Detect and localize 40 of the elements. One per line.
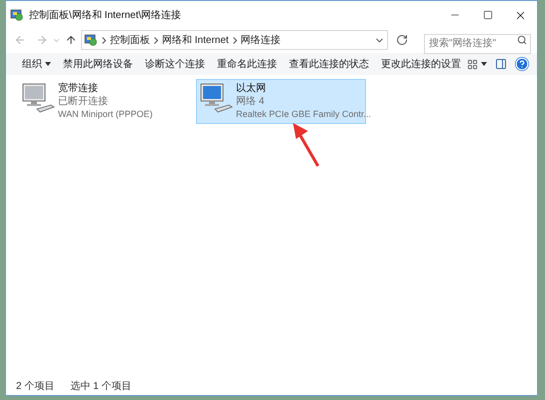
window-title: 控制面板\网络和 Internet\网络连接 bbox=[29, 8, 182, 22]
connection-name: 以太网 bbox=[236, 82, 267, 95]
breadcrumb-item[interactable]: 网络和 Internet bbox=[162, 32, 229, 48]
caret-icon bbox=[481, 62, 487, 66]
up-button[interactable] bbox=[65, 34, 77, 46]
caret-icon bbox=[45, 62, 51, 66]
connection-name: 宽带连接 bbox=[58, 82, 99, 95]
computer-network-icon bbox=[199, 82, 233, 114]
connection-item[interactable]: 宽带连接 已断开连接 WAN Miniport (PPPOE) bbox=[18, 79, 188, 124]
breadcrumb-item[interactable]: 控制面板 bbox=[110, 32, 150, 48]
preview-pane-icon bbox=[495, 58, 507, 70]
toolbar-button[interactable]: 禁用此网络设备 bbox=[57, 53, 139, 75]
device-name: Realtek PCIe GBE Family Contr... bbox=[236, 108, 372, 121]
breadcrumb-item[interactable]: 网络连接 bbox=[240, 32, 281, 48]
view-options-button[interactable] bbox=[467, 58, 487, 70]
view-icon bbox=[467, 58, 478, 70]
computer-network-icon bbox=[21, 82, 55, 114]
search-field[interactable]: 搜索"网络连接" bbox=[424, 34, 531, 54]
device-name: WAN Miniport (PPPOE) bbox=[58, 108, 153, 121]
chevron-icon bbox=[232, 36, 237, 44]
chevron-icon bbox=[154, 36, 158, 44]
control-panel-icon bbox=[10, 8, 24, 22]
chevron-icon bbox=[102, 36, 106, 44]
refresh-icon[interactable] bbox=[396, 34, 408, 46]
help-button[interactable] bbox=[515, 57, 529, 71]
help-icon bbox=[515, 57, 529, 71]
toolbar-button[interactable]: 组织 bbox=[16, 53, 57, 75]
preview-pane-button[interactable] bbox=[495, 58, 507, 70]
address-bar[interactable]: 控制面板 网络和 Internet 网络连接 bbox=[81, 30, 388, 50]
connection-status: 已断开连接 bbox=[58, 95, 109, 108]
search-icon bbox=[517, 35, 527, 45]
toolbar-button[interactable]: 查看此连接的状态 bbox=[283, 53, 375, 75]
control-panel-icon bbox=[84, 33, 98, 47]
toolbar-button[interactable]: 诊断这个连接 bbox=[139, 53, 211, 75]
selection-count: 选中 1 个项目 bbox=[70, 380, 132, 394]
connection-status: 网络 4 bbox=[236, 95, 266, 108]
toolbar-button[interactable]: 重命名此连接 bbox=[211, 53, 283, 75]
toolbar-button[interactable]: 更改此连接的设置 bbox=[375, 53, 467, 75]
item-count: 2 个项目 bbox=[16, 380, 54, 394]
maximize-icon bbox=[482, 10, 492, 20]
